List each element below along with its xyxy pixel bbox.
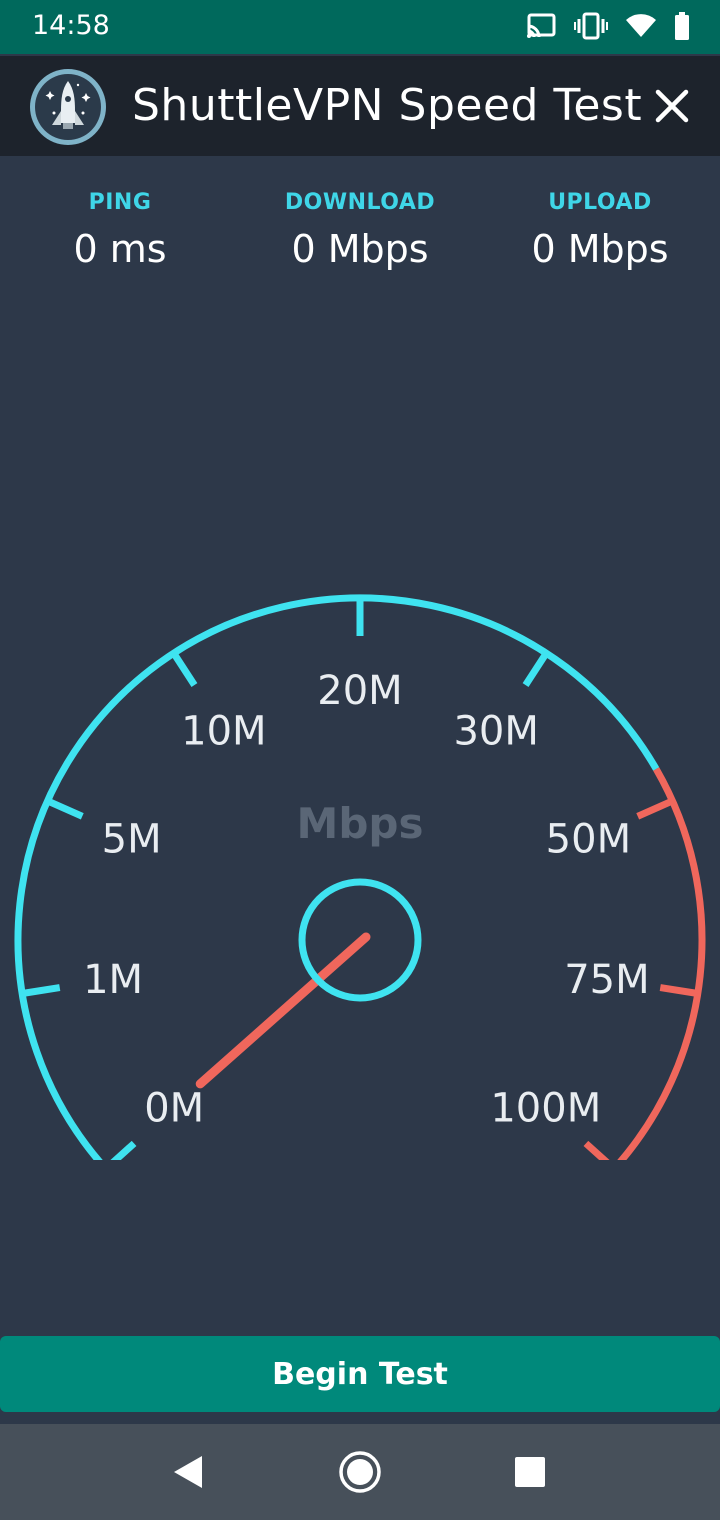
gauge-tick — [522, 651, 550, 687]
app-bar: ShuttleVPN Speed Test — [0, 56, 720, 156]
status-time: 14:58 — [32, 10, 110, 41]
back-icon[interactable] — [158, 1442, 218, 1502]
gauge-tick-label: 50M — [546, 816, 631, 862]
gauge-tick-label: 30M — [453, 708, 538, 754]
recents-icon[interactable] — [500, 1442, 560, 1502]
cast-icon — [526, 13, 556, 44]
download-stat: DOWNLOAD 0 Mbps — [240, 190, 480, 271]
gauge-tick-label: 100M — [490, 1085, 601, 1131]
gauge-needle — [195, 932, 371, 1089]
upload-stat: UPLOAD 0 Mbps — [480, 190, 720, 271]
status-bar: 14:58 — [0, 0, 720, 54]
stats-row: PING 0 ms DOWNLOAD 0 Mbps UPLOAD 0 Mbps — [0, 190, 720, 290]
download-label: DOWNLOAD — [284, 190, 436, 215]
download-value: 0 Mbps — [291, 227, 429, 271]
gauge-unit-label: Mbps — [297, 799, 424, 848]
gauge-graphic: 0M 1M 5M 10M 20M 30M 50M 75M 100M Mbps — [14, 594, 706, 1172]
app-title: ShuttleVPN Speed Test — [132, 80, 643, 131]
gauge-tick — [659, 984, 699, 997]
gauge-tick — [583, 1140, 617, 1172]
gauge-tick — [46, 797, 84, 820]
gauge-tick-label: 0M — [144, 1085, 204, 1131]
gauge-tick — [636, 797, 674, 820]
battery-icon — [674, 12, 690, 45]
ping-value: 0 ms — [73, 227, 167, 271]
close-icon[interactable] — [648, 82, 696, 130]
vibrate-icon — [574, 12, 608, 45]
gauge-tick-label: 20M — [317, 668, 402, 714]
gauge-tick — [103, 1140, 137, 1172]
ping-stat: PING 0 ms — [0, 190, 240, 271]
upload-value: 0 Mbps — [531, 227, 669, 271]
gauge-tick — [170, 651, 198, 687]
gauge-tick — [21, 984, 61, 997]
home-icon[interactable] — [330, 1442, 390, 1502]
upload-label: UPLOAD — [548, 190, 652, 215]
ping-label: PING — [88, 190, 152, 215]
gauge-tick-label: 75M — [564, 957, 649, 1003]
shuttle-logo-icon — [28, 67, 108, 147]
speed-gauge: 0M 1M 5M 10M 20M 30M 50M 75M 100M Mbps — [0, 560, 720, 1172]
gauge-tick-label: 10M — [181, 708, 266, 754]
wifi-icon — [626, 14, 656, 43]
nav-bar — [0, 1424, 720, 1520]
gauge-tick-label: 1M — [83, 957, 143, 1003]
gauge-tick-label: 5M — [102, 816, 162, 862]
begin-test-button[interactable]: Begin Test — [0, 1336, 720, 1412]
